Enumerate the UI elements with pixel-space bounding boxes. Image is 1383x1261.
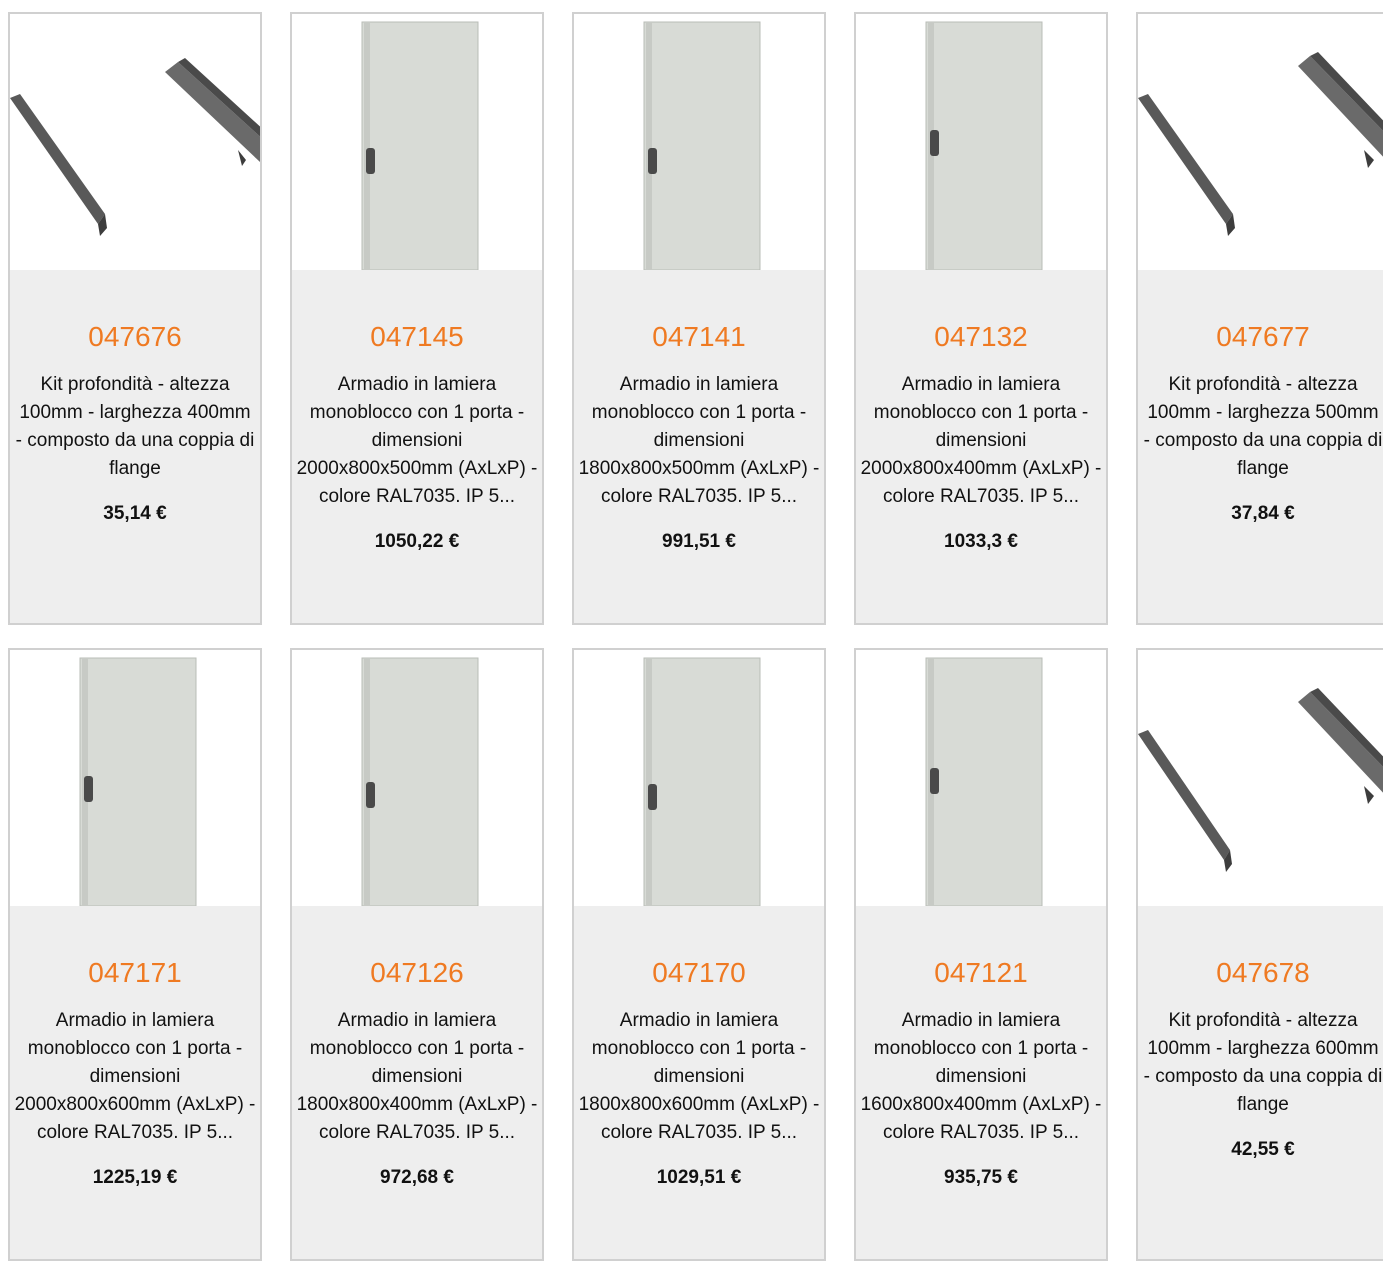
cabinet-icon: [361, 21, 479, 270]
cabinet-icon: [79, 657, 197, 906]
flange-rails-icon: [10, 58, 260, 236]
product-image[interactable]: [574, 14, 824, 270]
product-code[interactable]: 047121: [856, 956, 1106, 990]
product-price: 42,55 €: [1231, 1139, 1295, 1160]
product-code[interactable]: 047170: [574, 956, 824, 990]
product-image[interactable]: [1138, 650, 1383, 906]
product-price: 1050,22 €: [374, 531, 460, 552]
product-image[interactable]: [292, 14, 542, 270]
product-description: Armadio in lamiera monoblocco con 1 port…: [578, 1010, 820, 1143]
product-description: Armadio in lamiera monoblocco con 1 port…: [296, 374, 538, 507]
cabinet-icon: [361, 657, 479, 906]
product-image[interactable]: [1138, 14, 1383, 270]
product-code[interactable]: 047141: [574, 320, 824, 354]
product-price: 935,75 €: [944, 1167, 1018, 1188]
product-price: 37,84 €: [1231, 503, 1295, 524]
product-code[interactable]: 047145: [292, 320, 542, 354]
product-code[interactable]: 047676: [10, 320, 260, 354]
cabinet-icon: [925, 21, 1043, 270]
cabinet-icon: [925, 657, 1043, 906]
flange-rails-icon: [1138, 52, 1383, 236]
product-image[interactable]: [10, 14, 260, 270]
product-price: 35,14 €: [103, 503, 167, 524]
product-price: 1033,3 €: [944, 531, 1018, 552]
product-card[interactable]: 047132 Armadio in lamiera monoblocco con…: [854, 12, 1108, 625]
product-image[interactable]: [10, 650, 260, 906]
product-card[interactable]: 047121 Armadio in lamiera monoblocco con…: [854, 648, 1108, 1261]
product-code[interactable]: 047126: [292, 956, 542, 990]
product-price: 972,68 €: [380, 1167, 454, 1188]
product-description: Kit profondità - altezza 100mm - larghez…: [1143, 1010, 1383, 1115]
flange-rails-icon: [1138, 688, 1383, 872]
product-image[interactable]: [292, 650, 542, 906]
product-card[interactable]: 047677 Kit profondità - altezza 100mm - …: [1136, 12, 1383, 625]
product-price: 1029,51 €: [656, 1167, 742, 1188]
product-code[interactable]: 047678: [1138, 956, 1383, 990]
product-description: Armadio in lamiera monoblocco con 1 port…: [14, 1010, 256, 1143]
product-image[interactable]: [574, 650, 824, 906]
product-description: Armadio in lamiera monoblocco con 1 port…: [578, 374, 820, 507]
product-price: 1225,19 €: [92, 1167, 178, 1188]
product-description: Armadio in lamiera monoblocco con 1 port…: [860, 1010, 1102, 1143]
cabinet-icon: [643, 657, 761, 906]
product-card[interactable]: 047141 Armadio in lamiera monoblocco con…: [572, 12, 826, 625]
product-price: 991,51 €: [662, 531, 736, 552]
product-code[interactable]: 047132: [856, 320, 1106, 354]
product-code[interactable]: 047171: [10, 956, 260, 990]
product-description: Kit profondità - altezza 100mm - larghez…: [15, 374, 255, 479]
product-card[interactable]: 047145 Armadio in lamiera monoblocco con…: [290, 12, 544, 625]
product-card[interactable]: 047676 Kit profondità - altezza 100mm - …: [8, 12, 262, 625]
product-image[interactable]: [856, 650, 1106, 906]
cabinet-icon: [643, 21, 761, 270]
product-code[interactable]: 047677: [1138, 320, 1383, 354]
product-card[interactable]: 047170 Armadio in lamiera monoblocco con…: [572, 648, 826, 1261]
product-description: Kit profondità - altezza 100mm - larghez…: [1143, 374, 1383, 479]
product-card[interactable]: 047678 Kit profondità - altezza 100mm - …: [1136, 648, 1383, 1261]
product-description: Armadio in lamiera monoblocco con 1 port…: [860, 374, 1102, 507]
product-description: Armadio in lamiera monoblocco con 1 port…: [296, 1010, 538, 1143]
product-card[interactable]: 047171 Armadio in lamiera monoblocco con…: [8, 648, 262, 1261]
product-image[interactable]: [856, 14, 1106, 270]
product-card[interactable]: 047126 Armadio in lamiera monoblocco con…: [290, 648, 544, 1261]
